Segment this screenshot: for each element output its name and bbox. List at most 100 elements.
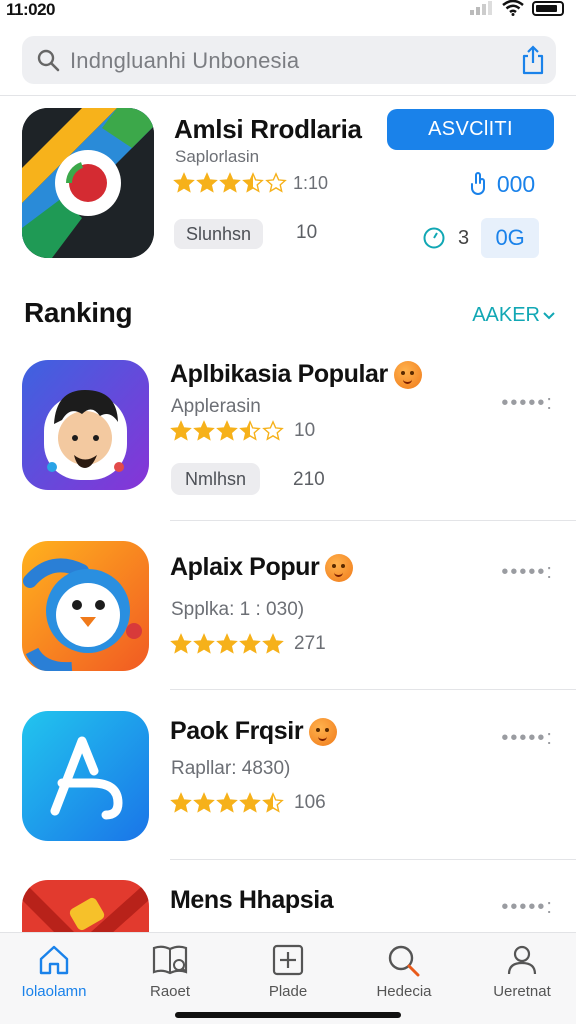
ranking-link-label: AAKER bbox=[472, 304, 540, 326]
featured-category-pill[interactable]: Slunhsn bbox=[174, 219, 264, 249]
tab-bar: Iolaolamn Raoet Plade Hedecia Ueretnat bbox=[0, 932, 576, 1024]
app-subtitle: Spplka: 1 : 030) bbox=[171, 599, 305, 620]
app-rating: 271 bbox=[170, 633, 326, 655]
status-time: 11:020 bbox=[6, 0, 56, 19]
app-icon[interactable] bbox=[22, 880, 149, 932]
featured-meta-row: 3 0G bbox=[422, 218, 540, 258]
star-filled-icon bbox=[193, 420, 215, 441]
tab-label: Iolaolamn bbox=[21, 983, 87, 1000]
star-filled-icon bbox=[173, 172, 195, 193]
more-options-button[interactable]: •••••: bbox=[501, 896, 554, 919]
app-icon[interactable] bbox=[22, 360, 149, 490]
clock-icon bbox=[423, 227, 445, 249]
tab-label: Raoet bbox=[149, 983, 191, 1000]
star-filled-icon bbox=[239, 633, 261, 654]
star-filled-icon bbox=[216, 420, 238, 441]
star-filled-icon bbox=[219, 172, 241, 193]
chevron-down-icon bbox=[543, 311, 555, 319]
star-filled-icon bbox=[196, 172, 218, 193]
app-name-text: Paok Frqsir bbox=[170, 717, 304, 745]
search-bar[interactable]: Indngluanhi Unbonesia bbox=[22, 36, 556, 84]
more-options-button[interactable]: •••••: bbox=[501, 392, 554, 415]
star-rating bbox=[173, 172, 287, 194]
star-empty-icon bbox=[265, 172, 287, 193]
row-divider bbox=[170, 689, 576, 690]
smile-emoji-icon bbox=[309, 717, 338, 746]
star-filled-icon bbox=[170, 633, 192, 654]
app-name-text: Aplbikasia Popular bbox=[170, 360, 388, 388]
list-item[interactable]: Mens Hhapsia •••••: bbox=[0, 880, 576, 932]
more-options-button[interactable]: •••••: bbox=[501, 561, 554, 584]
list-item[interactable]: Aplaix Popur Spplka: 1 : 030) 271 •••••: bbox=[0, 541, 576, 689]
tab-label: Ueretnat bbox=[493, 983, 551, 1000]
battery-icon bbox=[532, 0, 564, 16]
more-options-button[interactable]: •••••: bbox=[501, 727, 554, 750]
app-name[interactable]: Paok Frqsir bbox=[170, 717, 338, 746]
app-name[interactable]: Aplbikasia Popular bbox=[170, 360, 422, 389]
star-half-icon bbox=[239, 420, 261, 441]
tab-read[interactable]: Raoet bbox=[122, 943, 218, 1000]
app-icon[interactable] bbox=[22, 541, 149, 671]
book-icon bbox=[152, 945, 188, 975]
share-icon[interactable] bbox=[520, 44, 546, 76]
featured-rating: 1:10 bbox=[173, 172, 328, 194]
header-divider bbox=[0, 95, 576, 96]
person-icon bbox=[507, 945, 537, 975]
ranking-title: Ranking bbox=[24, 297, 133, 328]
app-name-text: Mens Hhapsia bbox=[170, 886, 334, 914]
star-filled-icon bbox=[216, 792, 238, 813]
star-empty-icon bbox=[262, 420, 284, 441]
featured-app-title[interactable]: Amlsi Rrodlaria bbox=[174, 114, 362, 145]
star-rating bbox=[170, 420, 284, 442]
get-app-button[interactable]: ASVClITI bbox=[387, 109, 554, 150]
star-rating bbox=[170, 792, 284, 814]
tab-label: Hedecia bbox=[376, 983, 432, 1000]
smile-emoji-icon bbox=[325, 553, 354, 582]
list-item[interactable]: Aplbikasia Popular Applerasin 10 •••••: … bbox=[0, 360, 576, 520]
rating-count: 271 bbox=[294, 633, 326, 654]
star-half-icon bbox=[242, 172, 264, 193]
meta-badge[interactable]: 0G bbox=[481, 218, 540, 258]
featured-app-icon[interactable] bbox=[22, 108, 154, 258]
app-name[interactable]: Aplaix Popur bbox=[170, 553, 354, 582]
home-indicator bbox=[175, 1012, 401, 1018]
rating-count: 1:10 bbox=[293, 172, 329, 193]
rating-count: 10 bbox=[294, 420, 316, 441]
tab-today[interactable]: Iolaolamn bbox=[6, 943, 102, 1000]
star-rating bbox=[170, 633, 284, 655]
home-icon bbox=[39, 945, 69, 975]
row-divider bbox=[170, 859, 576, 860]
star-filled-icon bbox=[262, 633, 284, 654]
search-input[interactable]: Indngluanhi Unbonesia bbox=[70, 48, 299, 74]
app-subtitle: Applerasin bbox=[171, 396, 261, 417]
tab-account[interactable]: Ueretnat bbox=[474, 943, 570, 1000]
pill-count: 210 bbox=[293, 469, 325, 490]
ranking-see-all-link[interactable]: AAKER bbox=[472, 304, 556, 327]
star-half-icon bbox=[262, 792, 284, 813]
app-subtitle: Rapllar: 4830) bbox=[171, 758, 291, 779]
download-stat[interactable]: 000 bbox=[450, 163, 554, 205]
app-icon[interactable] bbox=[22, 711, 149, 841]
tab-search[interactable]: Hedecia bbox=[356, 943, 452, 1000]
tab-label: Plade bbox=[268, 983, 308, 1000]
status-bar: 11:020 bbox=[0, 0, 576, 22]
app-name[interactable]: Mens Hhapsia bbox=[170, 886, 334, 915]
smile-emoji-icon bbox=[393, 360, 422, 389]
plus-square-icon bbox=[272, 944, 304, 976]
search-icon bbox=[37, 49, 60, 72]
wifi-icon bbox=[502, 0, 524, 16]
star-filled-icon bbox=[170, 792, 192, 813]
star-filled-icon bbox=[170, 420, 192, 441]
download-stat-value: 000 bbox=[496, 170, 536, 197]
star-filled-icon bbox=[193, 792, 215, 813]
list-item[interactable]: Paok Frqsir Rapllar: 4830) 106 •••••: bbox=[0, 711, 576, 859]
row-divider bbox=[170, 520, 576, 521]
category-pill[interactable]: Nmlhsn bbox=[171, 463, 261, 495]
tab-create[interactable]: Plade bbox=[240, 943, 336, 1000]
star-filled-icon bbox=[239, 792, 261, 813]
app-rating: 10 bbox=[170, 420, 315, 442]
app-name-text: Aplaix Popur bbox=[170, 553, 320, 581]
search-icon bbox=[388, 945, 420, 977]
meta-value: 3 bbox=[458, 226, 470, 249]
hand-tap-icon bbox=[470, 172, 485, 195]
